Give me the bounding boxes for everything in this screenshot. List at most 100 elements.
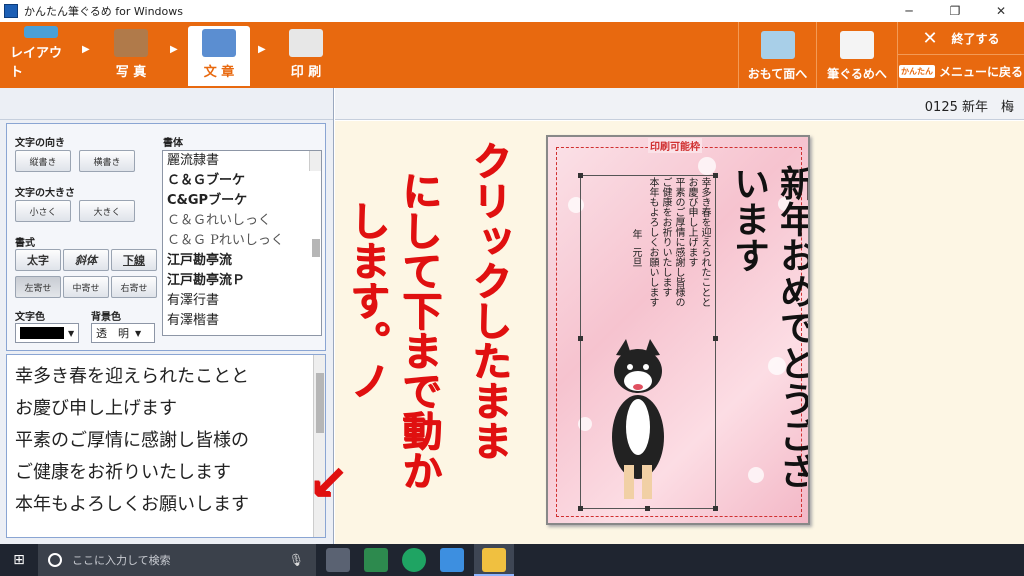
taskbar-app-icon[interactable]: [440, 548, 464, 572]
tab-photo-label: 写 真: [115, 65, 147, 80]
annotation-column: にして下まで動か: [395, 170, 441, 490]
menu-return-button[interactable]: かんたん メニューに戻る: [897, 55, 1024, 88]
menu-return-label: メニューに戻る: [938, 65, 1023, 79]
bg-color-select[interactable]: 透 明 ▼: [91, 323, 155, 343]
font-item[interactable]: Ｃ＆Ｇれいしっく: [163, 211, 321, 231]
direction-label: 文字の向き: [15, 138, 65, 149]
font-item[interactable]: Ｃ＆Ｇ Pれいしっく: [163, 231, 321, 251]
tab-layout[interactable]: レイアウト: [10, 26, 72, 86]
bg-color-value: 透 明: [96, 327, 129, 340]
print-frame-label: 印刷可能枠: [648, 138, 702, 153]
font-list[interactable]: 麗流隷書 Ｃ＆Ｇブーケ C&GPブーケ Ｃ＆Ｇれいしっく Ｃ＆Ｇ Pれいしっく …: [162, 150, 322, 336]
document-status-bar: 0125 新年 梅: [335, 88, 1024, 120]
search-placeholder: ここに入力して検索: [72, 554, 171, 567]
align-left-button[interactable]: 左寄せ: [15, 276, 61, 298]
annotation-arrow-icon: ↙: [308, 455, 349, 511]
taskbar-search[interactable]: ここに入力して検索 🎙: [38, 544, 316, 576]
editor-line: 本年もよろしくお願いします: [15, 494, 249, 515]
font-item[interactable]: 有澤楷書: [163, 311, 321, 331]
windows-start-icon[interactable]: ⊞: [0, 544, 38, 576]
underline-label: 下線: [123, 254, 145, 267]
taskbar-app-icon[interactable]: [402, 548, 426, 572]
horizontal-label: 横書き: [93, 157, 121, 168]
pen-icon: [202, 29, 236, 57]
font-item[interactable]: Ｃ＆Ｇブーケ: [163, 171, 321, 191]
resize-handle[interactable]: [713, 336, 718, 341]
larger-button[interactable]: 大きく: [79, 200, 135, 222]
font-item[interactable]: 江戸勘亭流: [163, 251, 321, 271]
font-item[interactable]: 麗流隷書: [163, 151, 321, 171]
chevron-down-icon: ▼: [135, 328, 142, 338]
ribbon: レイアウト ▶ 写 真 ▶ 文 章 ▶ 印 刷 おもて面へ 筆ぐるめへ ✕ 終了…: [0, 22, 1024, 88]
vertical-label: 縦書き: [29, 157, 57, 168]
cortana-icon: [48, 553, 62, 567]
underline-button[interactable]: 下線: [111, 249, 157, 271]
italic-button[interactable]: 斜体: [63, 249, 109, 271]
window-title: かんたん筆ぐるめ for Windows: [24, 5, 184, 18]
close-icon: ✕: [922, 27, 938, 49]
vertical-button[interactable]: 縦書き: [15, 150, 71, 172]
font-item[interactable]: 有澤行書: [163, 291, 321, 311]
exit-label: 終了する: [951, 31, 1000, 46]
font-label: 書体: [163, 138, 183, 149]
document-label: 0125 新年 梅: [924, 100, 1014, 115]
resize-handle[interactable]: [578, 506, 583, 511]
restore-button[interactable]: ❐: [932, 0, 978, 22]
taskbar: ⊞ ここに入力して検索 🎙: [0, 544, 1024, 576]
resize-handle[interactable]: [713, 173, 718, 178]
text-editor[interactable]: 幸多き春を迎えられたことと お慶び申し上げます 平素のご厚情に感謝し皆様の ご健…: [6, 354, 326, 538]
tab-text[interactable]: 文 章: [188, 26, 250, 86]
align-center-button[interactable]: 中寄せ: [63, 276, 109, 298]
annotation-column: クリックしたまま: [465, 140, 511, 460]
bold-button[interactable]: 太字: [15, 249, 61, 271]
left-panel: 文字の向き 縦書き 横書き 文字の大きさ 小さく 大きく 書式 太字 斜体 下線…: [0, 88, 334, 544]
editor-line: 幸多き春を迎えられたことと: [15, 366, 249, 387]
brush-icon: [840, 31, 874, 59]
annotation-column: します。ノ: [343, 200, 389, 400]
exit-button[interactable]: ✕ 終了する: [897, 22, 1024, 55]
window-controls: ─ ❐ ✕: [886, 0, 1024, 22]
resize-handle[interactable]: [578, 336, 583, 341]
chevron-right-icon: ▶: [170, 44, 178, 55]
microphone-icon[interactable]: 🎙: [289, 553, 304, 567]
shiba-dog-illustration: [612, 339, 664, 499]
chevron-right-icon: ▶: [258, 44, 266, 55]
layout-icon: [24, 26, 58, 38]
close-button[interactable]: ✕: [978, 0, 1024, 22]
style-label: 書式: [15, 238, 35, 249]
minimize-button[interactable]: ─: [886, 0, 932, 22]
scroll-thumb[interactable]: [316, 373, 324, 433]
card-body-column: 幸多き春を迎えられたことと: [699, 177, 710, 307]
scroll-thumb[interactable]: [312, 239, 320, 257]
font-item[interactable]: C&GPブーケ: [163, 191, 321, 211]
left-header: [0, 88, 333, 120]
text-color-select[interactable]: ▼: [15, 323, 79, 343]
font-item[interactable]: 江戸勘亭流Ｐ: [163, 271, 321, 291]
printer-icon: [289, 29, 323, 57]
menu-badge: かんたん: [898, 65, 935, 78]
bold-label: 太字: [27, 254, 49, 267]
resize-handle[interactable]: [578, 173, 583, 178]
align-right-label: 右寄せ: [120, 283, 148, 294]
text-color-swatch: [20, 327, 64, 339]
front-side-button[interactable]: おもて面へ: [738, 22, 816, 88]
task-view-icon[interactable]: [326, 548, 350, 572]
chevron-right-icon: ▶: [82, 44, 90, 55]
align-right-button[interactable]: 右寄せ: [111, 276, 157, 298]
fudegurume-button[interactable]: 筆ぐるめへ: [816, 22, 897, 88]
taskbar-app-icon[interactable]: [364, 548, 388, 572]
horizontal-button[interactable]: 横書き: [79, 150, 135, 172]
text-color-label: 文字色: [15, 312, 45, 323]
photo-icon: [114, 29, 148, 57]
font-list-scrollbar[interactable]: [309, 151, 321, 257]
chevron-down-icon: ▼: [68, 328, 75, 338]
resize-handle[interactable]: [713, 506, 718, 511]
smaller-button[interactable]: 小さく: [15, 200, 71, 222]
tab-photo[interactable]: 写 真: [100, 26, 162, 86]
align-left-label: 左寄せ: [24, 283, 52, 294]
editor-line: お慶び申し上げます: [15, 398, 177, 419]
app-icon: [4, 4, 18, 18]
postcard-preview: 印刷可能枠 幸多き春を迎えられたことと お慶び申し上げます 平素のご厚情に感謝し…: [546, 135, 810, 525]
fudegurume-app-icon[interactable]: [482, 548, 506, 572]
tab-print[interactable]: 印 刷: [275, 26, 337, 86]
